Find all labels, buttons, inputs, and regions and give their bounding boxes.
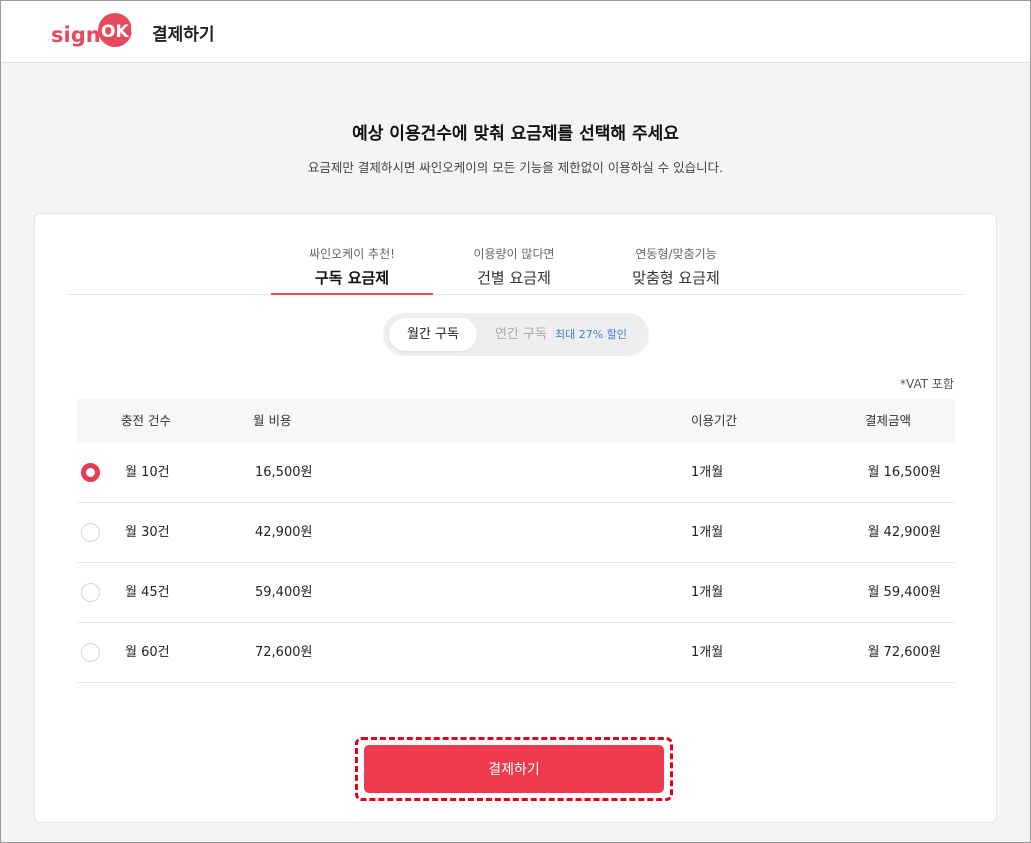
plan-card: 싸인오케이 추천! 구독 요금제 이용량이 많다면 건별 요금제 연동형/맞춤기… (34, 213, 997, 823)
table-row[interactable]: 월 60건 72,600원 1개월 월 72,600원 (77, 623, 955, 683)
vat-note: *VAT 포함 (900, 377, 954, 391)
tab-subscription-label: 구독 요금제 (314, 269, 390, 287)
row-monthly-cost: 59,400원 (255, 585, 313, 600)
row-monthly-cost: 72,600원 (255, 645, 313, 660)
header: sign OK! 결제하기 (1, 1, 1030, 63)
tab-custom-plan[interactable]: 연동형/맞춤기능 맞춤형 요금제 (595, 244, 757, 295)
tab-subscription-plan[interactable]: 싸인오케이 추천! 구독 요금제 (271, 244, 433, 295)
pricing-table: 충전 건수 월 비용 이용기간 결제금액 월 10건 16,500원 1개월 월… (77, 399, 955, 683)
tab-subscription-caption: 싸인오케이 추천! (309, 247, 395, 261)
row-count: 월 60건 (125, 645, 170, 660)
page-headline: 예상 이용건수에 맞춰 요금제를 선택해 주세요 (352, 124, 679, 144)
tab-per-use-caption: 이용량이 많다면 (473, 247, 555, 261)
tab-custom-label: 맞춤형 요금제 (632, 269, 720, 287)
tab-per-use-plan[interactable]: 이용량이 많다면 건별 요금제 (433, 244, 595, 295)
row-amount: 월 42,900원 (867, 525, 941, 540)
plan-radio[interactable] (81, 643, 100, 662)
tab-custom-caption: 연동형/맞춤기능 (635, 247, 717, 261)
header-monthly-cost: 월 비용 (253, 413, 292, 428)
header-amount: 결제금액 (864, 413, 911, 428)
table-header: 충전 건수 월 비용 이용기간 결제금액 (77, 399, 955, 443)
row-period: 1개월 (691, 525, 724, 540)
plan-radio-selected[interactable] (81, 463, 100, 482)
pay-button-highlight: 결제하기 (355, 737, 673, 801)
window: sign OK! 결제하기 예상 이용건수에 맞춰 요금제를 선택해 주세요 요… (0, 0, 1031, 843)
table-row[interactable]: 월 10건 16,500원 1개월 월 16,500원 (77, 443, 955, 503)
plan-radio[interactable] (81, 523, 100, 542)
row-period: 1개월 (691, 465, 724, 480)
tab-per-use-label: 건별 요금제 (477, 269, 551, 287)
signok-logo: sign OK! (51, 13, 133, 47)
row-amount: 월 16,500원 (867, 465, 941, 480)
table-row[interactable]: 월 45건 59,400원 1개월 월 59,400원 (77, 563, 955, 623)
svg-text:sign: sign (51, 23, 101, 47)
pay-button[interactable]: 결제하기 (364, 745, 664, 793)
header-count: 충전 건수 (121, 413, 171, 428)
row-monthly-cost: 42,900원 (255, 525, 313, 540)
yearly-subscription-button[interactable]: 연간 구독 최대 27% 할인 (483, 318, 643, 351)
row-count: 월 45건 (125, 585, 170, 600)
plan-tabs: 싸인오케이 추천! 구독 요금제 이용량이 많다면 건별 요금제 연동형/맞춤기… (68, 244, 964, 295)
header-title: 결제하기 (152, 25, 215, 45)
plan-radio[interactable] (81, 583, 100, 602)
yearly-subscription-label: 연간 구독 (495, 327, 547, 342)
row-monthly-cost: 16,500원 (255, 465, 313, 480)
row-count: 월 10건 (125, 465, 170, 480)
row-period: 1개월 (691, 585, 724, 600)
svg-text:OK!: OK! (101, 22, 133, 42)
table-row[interactable]: 월 30건 42,900원 1개월 월 42,900원 (77, 503, 955, 563)
monthly-subscription-button[interactable]: 월간 구독 (389, 318, 477, 351)
period-toggle: 월간 구독 연간 구독 최대 27% 할인 (383, 313, 649, 356)
header-period: 이용기간 (691, 413, 738, 428)
row-amount: 월 59,400원 (867, 585, 941, 600)
page-subline: 요금제만 결제하시면 싸인오케이의 모든 기능을 제한없이 이용하실 수 있습니… (307, 160, 724, 175)
row-period: 1개월 (691, 645, 724, 660)
row-amount: 월 72,600원 (867, 645, 941, 660)
yearly-discount-badge: 최대 27% 할인 (554, 328, 627, 341)
row-count: 월 30건 (125, 525, 170, 540)
